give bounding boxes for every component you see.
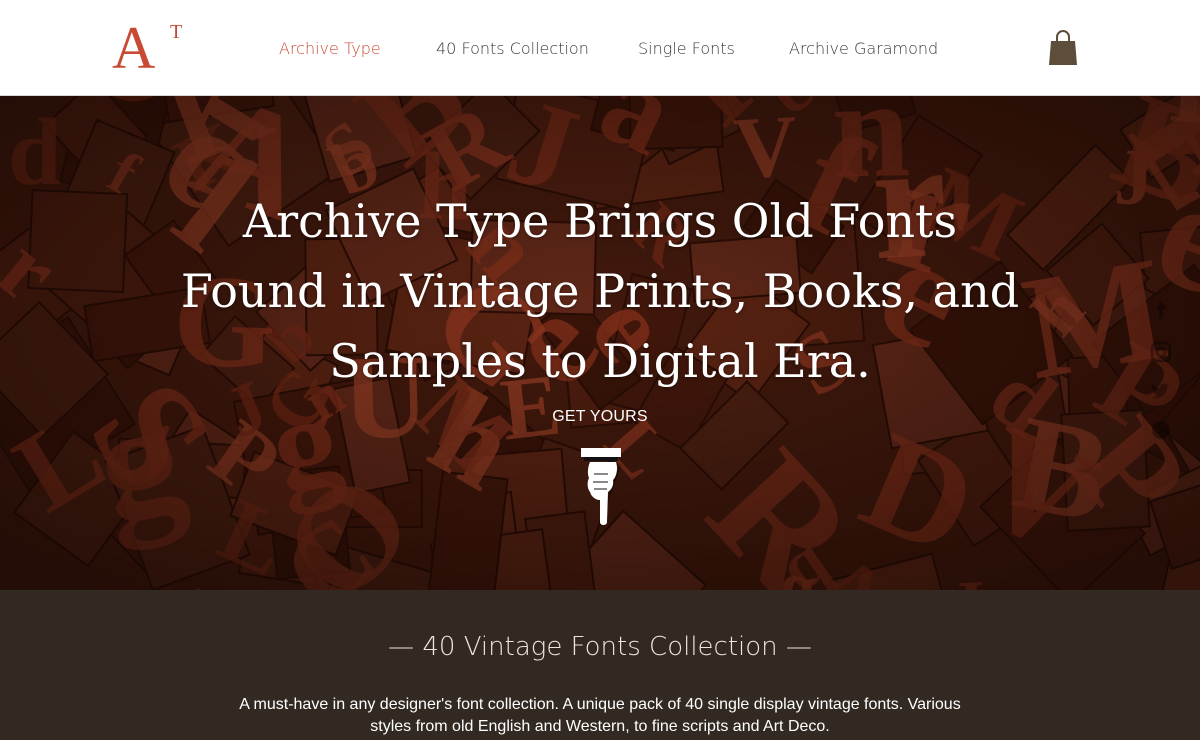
- hero-headline-line: Archive Type Brings Old Fonts: [242, 194, 958, 248]
- shopping-bag-icon[interactable]: [1048, 30, 1078, 66]
- collection-description: A must-have in any designer's font colle…: [239, 696, 961, 735]
- instagram-icon[interactable]: [1150, 341, 1172, 363]
- hero-banner: gfUMVaedRPnrMdBJRKBKSLbfherUqqeAJPSnGBJJ…: [0, 96, 1200, 590]
- main-nav: Archive Type 40 Fonts Collection Single …: [0, 38, 1200, 62]
- twitter-icon[interactable]: [1150, 381, 1172, 403]
- nav-archive-type[interactable]: Archive Type: [279, 38, 381, 60]
- site-header: A T Archive Type 40 Fonts Collection Sin…: [0, 0, 1200, 96]
- collection-title: — 40 Vintage Fonts Collection —: [388, 632, 812, 662]
- hero-headline-line: Samples to Digital Era.: [329, 334, 871, 388]
- hero-headline: Archive Type Brings Old Fonts Found in V…: [150, 186, 1050, 396]
- get-yours-link[interactable]: GET YOURS: [500, 407, 700, 427]
- nav-40-fonts-collection[interactable]: 40 Fonts Collection: [436, 38, 589, 60]
- nav-single-fonts[interactable]: Single Fonts: [638, 38, 735, 60]
- collection-section: — 40 Vintage Fonts Collection — A must-h…: [0, 590, 1200, 740]
- nav-archive-garamond[interactable]: Archive Garamond: [789, 38, 938, 60]
- facebook-icon[interactable]: [1150, 301, 1172, 323]
- pointing-hand-icon[interactable]: [580, 446, 622, 526]
- hero-headline-line: Found in Vintage Prints, Books, and: [180, 264, 1020, 318]
- pinterest-icon[interactable]: [1150, 419, 1172, 441]
